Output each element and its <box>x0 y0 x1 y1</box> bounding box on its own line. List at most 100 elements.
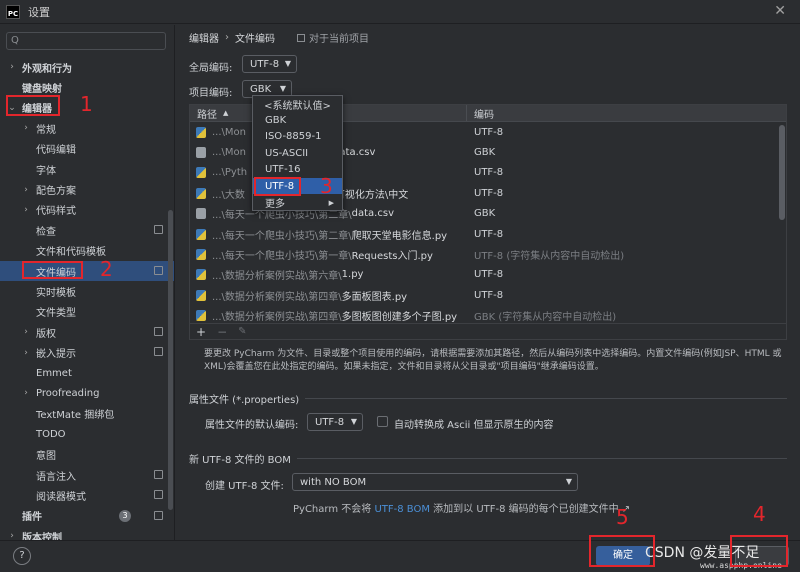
project-scope-icon <box>154 225 163 235</box>
sidebar-item[interactable]: 实时模板 <box>0 281 174 301</box>
sidebar-item[interactable]: › 外观和行为 <box>0 57 174 77</box>
help-icon[interactable]: ? <box>13 547 31 565</box>
table-scrollbar[interactable] <box>779 125 785 220</box>
edit-icon[interactable]: ✎ <box>238 326 246 337</box>
title-bar: PC 设置 ✕ <box>0 0 800 24</box>
dropdown-option[interactable]: GBK <box>253 112 342 128</box>
settings-tree: › 外观和行为 键盘映射 ⌄ 编辑器 › 常规 代码编辑 字体 › 配色方案 › 代码样式 检查 文件和代码… <box>0 57 174 540</box>
path-header-label: 路径 <box>197 109 217 121</box>
encoding-cell[interactable]: UTF-8 <box>467 229 503 240</box>
properties-encoding-combo[interactable]: UTF-8 ▼ <box>307 413 363 431</box>
sidebar-item[interactable]: 语言注入 <box>0 465 174 485</box>
encoding-cell[interactable]: UTF-8 <box>467 188 503 199</box>
path-filename: Requests入门.py <box>351 251 433 263</box>
sidebar-item[interactable]: 字体 <box>0 159 174 179</box>
table-toolbar: + − ✎ <box>189 324 787 340</box>
path-prefix: ...\每天一个爬虫小技巧\第二章\ <box>212 230 352 242</box>
plugins-update-badge: 3 <box>119 509 131 522</box>
chevron-icon: › <box>24 388 28 399</box>
encoding-cell[interactable]: GBK <box>467 208 495 219</box>
sidebar-item[interactable]: 意图 <box>0 444 174 464</box>
sidebar-item[interactable]: › Proofreading <box>0 383 174 403</box>
sidebar-item[interactable]: › 配色方案 <box>0 179 174 199</box>
sidebar-item[interactable]: › 嵌入提示 <box>0 342 174 362</box>
table-row[interactable]: ...\数据分析案例实战\第四章\ 多面板图表.py UTF-8 <box>190 285 786 305</box>
encoding-value: UTF-8 <box>474 269 504 281</box>
dropdown-option[interactable]: US-ASCII <box>253 145 342 161</box>
sidebar-item[interactable]: 阅读器模式 <box>0 485 174 505</box>
table-row[interactable]: ...\数据分析案例实战\第六章\ 1.py UTF-8 <box>190 265 786 285</box>
dropdown-option[interactable]: <系统默认值> <box>253 96 342 112</box>
encoding-cell[interactable]: GBK <box>467 147 495 158</box>
annotation-box-ok <box>589 535 655 567</box>
sidebar-item[interactable]: 代码编辑 <box>0 139 174 159</box>
section-divider <box>296 458 787 459</box>
python-file-icon <box>196 126 206 138</box>
search-input[interactable]: Q <box>6 32 166 50</box>
python-file-icon <box>196 228 206 240</box>
encoding-value: UTF-8 <box>474 126 504 138</box>
encoding-cell[interactable]: UTF-8 <box>467 290 503 301</box>
pycharm-logo-icon: PC <box>6 4 20 19</box>
sidebar-item[interactable]: Emmet <box>0 363 174 383</box>
path-filename: 1.py <box>341 269 364 281</box>
properties-encoding-value: UTF-8 <box>315 416 345 428</box>
utf8-bom-link[interactable]: UTF-8 BOM <box>374 504 430 515</box>
encoding-value: UTF-8 <box>474 167 504 179</box>
sidebar-item-label: 键盘映射 <box>22 84 62 96</box>
sidebar-item-label: 代码样式 <box>36 206 76 218</box>
annotation-box-editor <box>6 95 60 116</box>
sidebar-item[interactable]: TODO <box>0 424 174 444</box>
breadcrumb: 编辑器 › 文件编码 对于当前项目 <box>189 30 369 45</box>
transparent-native-checkbox[interactable] <box>377 416 388 427</box>
breadcrumb-root[interactable]: 编辑器 <box>189 30 219 45</box>
close-icon[interactable]: ✕ <box>774 3 786 19</box>
remove-icon[interactable]: − <box>217 325 227 339</box>
encoding-cell[interactable]: UTF-8 (字符集从内容中自动检出) <box>467 247 624 262</box>
sidebar-item[interactable]: › 常规 <box>0 118 174 138</box>
path-prefix: ...\Mon <box>212 147 246 159</box>
encoding-cell[interactable]: UTF-8 <box>467 127 503 138</box>
encoding-cell[interactable]: UTF-8 <box>467 269 503 280</box>
path-cell: ...\每天一个爬虫小技巧\第二章\ 爬取天堂电影信息.py <box>190 227 467 242</box>
chevron-icon: › <box>24 204 28 215</box>
bom-combo[interactable]: with NO BOM ▼ <box>292 473 578 491</box>
sidebar-scrollbar[interactable] <box>168 210 173 510</box>
table-row[interactable]: ...\数据分析案例实战\第四章\ 多图板图创建多个子图.py GBK (字符集从内… <box>190 306 786 323</box>
annotation-box-utf8 <box>254 177 301 196</box>
path-prefix: ...\大数 <box>212 189 245 201</box>
python-file-icon <box>196 187 206 199</box>
sidebar-item[interactable]: 文件和代码模板 <box>0 241 174 261</box>
sidebar-item[interactable]: › 代码样式 <box>0 200 174 220</box>
encoding-cell[interactable]: UTF-8 <box>467 167 503 178</box>
table-row[interactable]: ...\每天一个爬虫小技巧\第二章\ 爬取天堂电影信息.py UTF-8 <box>190 224 786 244</box>
sidebar-item-label: TODO <box>36 428 66 440</box>
dropdown-option-label: <系统默认值> <box>264 100 331 112</box>
project-encoding-label: 项目编码: <box>189 88 233 99</box>
sidebar-item[interactable]: 插件 3 <box>0 506 174 526</box>
encoding-value: GBK <box>474 147 496 159</box>
column-header-encoding[interactable]: 编码 <box>467 106 494 121</box>
window-title: 设置 <box>28 5 50 19</box>
annotation-box-file-encoding <box>22 261 83 279</box>
project-scope-icon <box>154 347 163 357</box>
python-file-icon <box>196 310 206 322</box>
sidebar-item-label: 外观和行为 <box>22 63 72 75</box>
sidebar-item[interactable]: TextMate 捆绑包 <box>0 404 174 424</box>
sidebar-item[interactable]: › 版本控制 <box>0 526 174 540</box>
path-prefix: ...\数据分析案例实战\第六章\ <box>212 271 342 283</box>
global-encoding-combo[interactable]: UTF-8 ▼ <box>242 55 297 73</box>
sidebar-item[interactable]: 检查 <box>0 220 174 240</box>
sidebar-item[interactable]: 文件类型 <box>0 302 174 322</box>
add-icon[interactable]: + <box>196 325 206 339</box>
properties-default-label: 属性文件的默认编码: <box>205 420 299 431</box>
sidebar-item[interactable]: › 版权 <box>0 322 174 342</box>
sidebar-item-label: 意图 <box>36 451 56 463</box>
sidebar-item-label: Emmet <box>36 367 72 379</box>
encoding-cell[interactable]: GBK (字符集从内容中自动检出) <box>467 308 616 323</box>
dropdown-option[interactable]: ISO-8859-1 <box>253 129 342 145</box>
section-divider <box>305 398 787 399</box>
dropdown-option-label: GBK <box>265 115 287 127</box>
table-row[interactable]: ...\每天一个爬虫小技巧\第一章\ Requests入门.py UTF-8 (字符… <box>190 244 786 264</box>
encoding-value: UTF-8 <box>474 228 504 240</box>
